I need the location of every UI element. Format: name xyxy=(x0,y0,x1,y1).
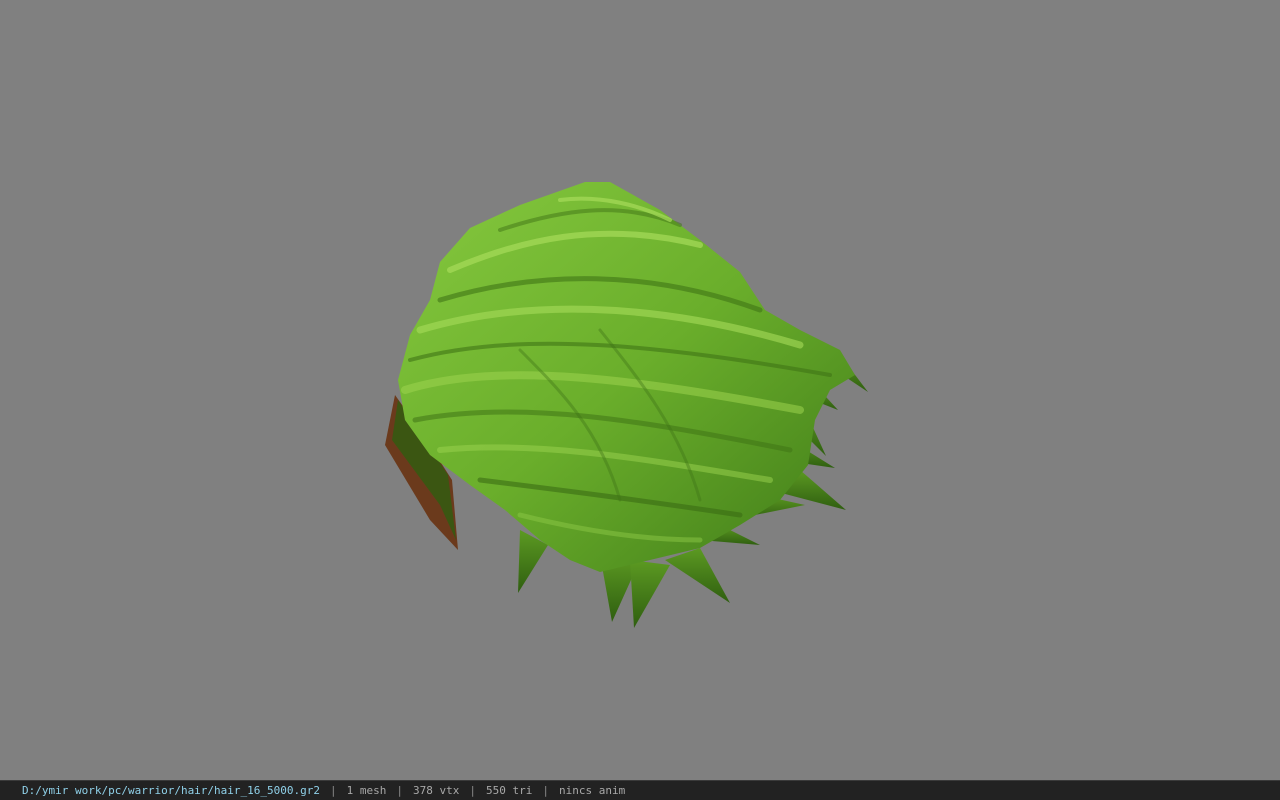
anim-status: nincs anim xyxy=(558,784,626,797)
3d-viewport[interactable] xyxy=(0,0,1280,780)
mesh-count: 1 mesh xyxy=(346,784,387,797)
status-separator: | xyxy=(542,784,549,797)
triangle-count: 550 tri xyxy=(486,784,533,797)
status-bar: D:/ymir work/pc/warrior/hair/hair_16_500… xyxy=(0,780,1280,800)
file-path: D:/ymir work/pc/warrior/hair/hair_16_500… xyxy=(22,784,321,797)
vertex-count: 378 vtx xyxy=(413,784,460,797)
status-separator: | xyxy=(330,784,337,797)
status-separator: | xyxy=(469,784,476,797)
hair-model-render xyxy=(385,182,868,628)
status-separator: | xyxy=(396,784,404,797)
